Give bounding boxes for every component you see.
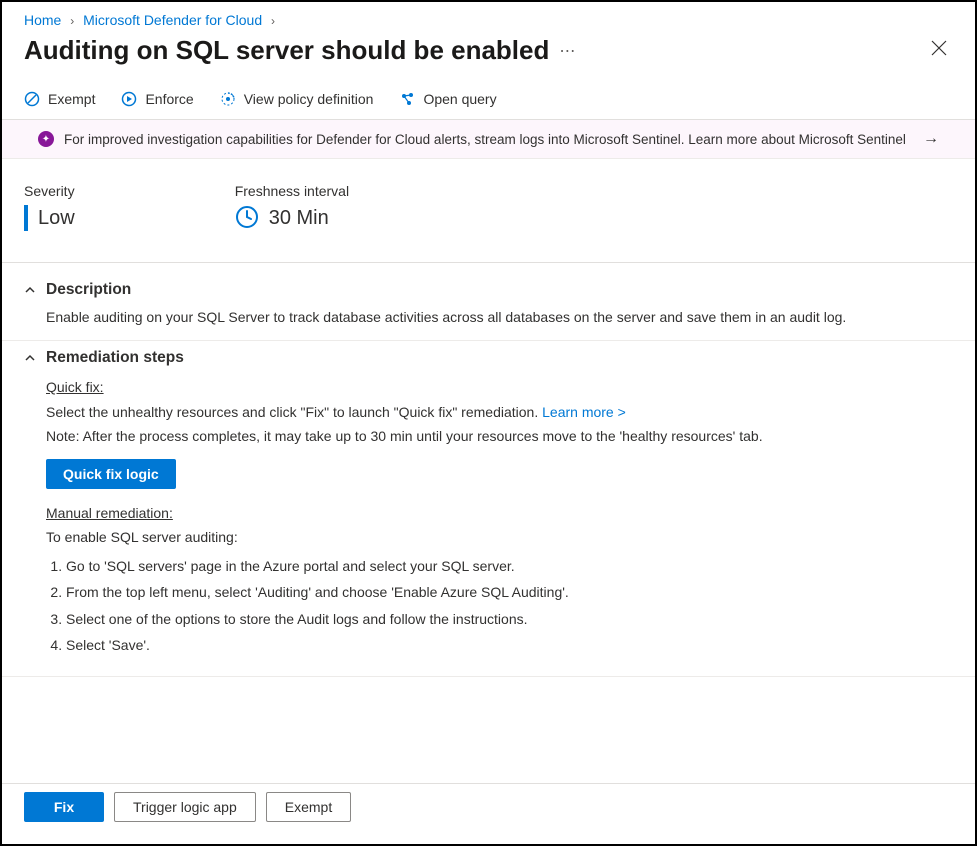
query-icon: [399, 91, 415, 107]
close-icon: [931, 40, 947, 56]
remediation-body: Quick fix: Select the unhealthy resource…: [24, 375, 953, 658]
view-policy-action[interactable]: View policy definition: [220, 91, 374, 107]
more-options-icon[interactable]: ⋯: [559, 41, 577, 61]
footer-actions: Fix Trigger logic app Exempt: [2, 783, 975, 844]
exempt-button[interactable]: Exempt: [266, 792, 351, 822]
quick-fix-logic-button[interactable]: Quick fix logic: [46, 459, 176, 489]
exempt-action[interactable]: Exempt: [24, 91, 95, 107]
view-policy-label: View policy definition: [244, 91, 374, 107]
severity-bar-icon: [24, 205, 28, 231]
severity-label: Severity: [24, 183, 75, 199]
title-row: Auditing on SQL server should be enabled…: [2, 32, 975, 83]
info-banner: ✦ For improved investigation capabilitie…: [2, 120, 975, 159]
exempt-label: Exempt: [48, 91, 95, 107]
remediation-heading-text: Remediation steps: [46, 349, 184, 367]
manual-step: Select one of the options to store the A…: [66, 607, 953, 632]
breadcrumb: Home › Microsoft Defender for Cloud ›: [2, 2, 975, 32]
manual-step: From the top left menu, select 'Auditing…: [66, 580, 953, 605]
manual-steps-list: Go to 'SQL servers' page in the Azure po…: [46, 554, 953, 658]
page-frame: Home › Microsoft Defender for Cloud › Au…: [0, 0, 977, 846]
clock-icon: [235, 205, 259, 232]
close-button[interactable]: [925, 34, 953, 67]
policy-icon: [220, 91, 236, 107]
meta-row: Severity Low Freshness interval 30 Min: [2, 165, 975, 263]
breadcrumb-defender[interactable]: Microsoft Defender for Cloud: [83, 12, 262, 28]
description-section: Description Enable auditing on your SQL …: [2, 273, 975, 341]
page-title: Auditing on SQL server should be enabled: [24, 35, 549, 66]
open-query-label: Open query: [423, 91, 496, 107]
remediation-heading[interactable]: Remediation steps: [24, 349, 953, 367]
enforce-label: Enforce: [145, 91, 193, 107]
banner-text: For improved investigation capabilities …: [64, 132, 906, 147]
breadcrumb-home[interactable]: Home: [24, 12, 61, 28]
breadcrumb-sep-1: ›: [70, 14, 74, 28]
manual-step: Select 'Save'.: [66, 633, 953, 658]
severity-block: Severity Low: [24, 183, 75, 232]
banner-arrow-link[interactable]: →: [923, 130, 939, 148]
exempt-icon: [24, 91, 40, 107]
manual-step: Go to 'SQL servers' page in the Azure po…: [66, 554, 953, 579]
toolbar: Exempt Enforce View policy definition Op…: [2, 83, 975, 120]
freshness-block: Freshness interval 30 Min: [235, 183, 349, 232]
quick-fix-note: Note: After the process completes, it ma…: [46, 424, 953, 449]
trigger-logic-app-button[interactable]: Trigger logic app: [114, 792, 256, 822]
enforce-action[interactable]: Enforce: [121, 91, 193, 107]
chevron-up-icon: [24, 352, 36, 364]
remediation-section: Remediation steps Quick fix: Select the …: [2, 341, 975, 677]
freshness-value: 30 Min: [269, 207, 329, 230]
manual-remediation-label: Manual remediation:: [46, 501, 953, 526]
description-heading[interactable]: Description: [24, 281, 953, 299]
learn-more-link[interactable]: Learn more >: [542, 404, 626, 420]
fix-button[interactable]: Fix: [24, 792, 104, 822]
freshness-label: Freshness interval: [235, 183, 349, 199]
enforce-icon: [121, 91, 137, 107]
quick-fix-text: Select the unhealthy resources and click…: [46, 404, 542, 420]
description-heading-text: Description: [46, 281, 131, 299]
manual-intro: To enable SQL server auditing:: [46, 525, 953, 550]
chevron-up-icon: [24, 284, 36, 296]
description-text: Enable auditing on your SQL Server to tr…: [24, 307, 953, 328]
open-query-action[interactable]: Open query: [399, 91, 496, 107]
sentinel-icon: ✦: [38, 131, 54, 147]
breadcrumb-sep-2: ›: [271, 14, 275, 28]
severity-value: Low: [38, 207, 75, 230]
quick-fix-label: Quick fix:: [46, 375, 953, 400]
quick-fix-line: Select the unhealthy resources and click…: [46, 400, 953, 425]
